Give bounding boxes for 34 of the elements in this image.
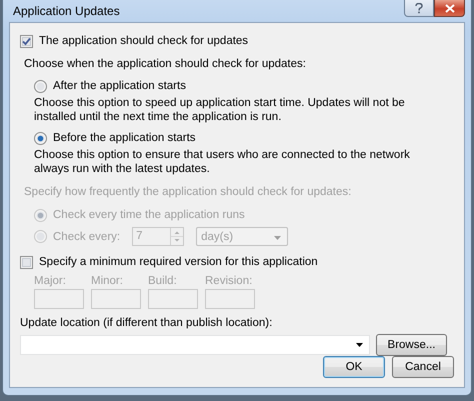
help-button[interactable] xyxy=(404,0,434,17)
radio-label: Check every time the application runs xyxy=(53,209,245,221)
dropdown-arrow-icon xyxy=(356,343,363,347)
checkbox-label: The application should check for updates xyxy=(39,35,248,47)
checkbox-label: Specify a minimum required version for this application xyxy=(39,256,318,268)
option-description: Choose this option to ensure that users who are connected to the network always run with the latest updates. xyxy=(34,148,411,176)
field-label: Revision: xyxy=(205,275,254,287)
radio-button[interactable] xyxy=(34,80,47,92)
radio-label: Before the application starts xyxy=(53,132,196,144)
field-label: Minor: xyxy=(91,275,124,287)
checkbox[interactable] xyxy=(20,256,33,268)
close-icon xyxy=(444,4,454,12)
option-description: Choose this option to speed up application start time. Updates will not be installed until the next time the application is run. xyxy=(34,96,406,124)
dialog-button[interactable]: OK xyxy=(323,356,385,378)
field-label: Major: xyxy=(34,275,67,287)
version-field[interactable] xyxy=(205,289,255,309)
version-field[interactable] xyxy=(91,289,141,309)
location-combo-field[interactable] xyxy=(20,335,370,355)
field-label: Update location (if different than publish location): xyxy=(20,317,272,329)
window-title: Application Updates xyxy=(12,4,120,18)
section-label: Specify how frequently the application should check for updates: xyxy=(24,186,352,198)
dialog-button[interactable]: Cancel xyxy=(392,356,454,378)
radio-button[interactable] xyxy=(34,132,47,144)
radio-label: Check every: xyxy=(53,230,120,242)
checkbox[interactable] xyxy=(20,34,33,48)
version-field[interactable] xyxy=(148,289,198,309)
section-label: Choose when the application should check for updates: xyxy=(24,58,306,70)
dropdown-arrow-icon xyxy=(274,236,282,240)
version-field[interactable] xyxy=(34,289,84,309)
field-label: Build: xyxy=(148,275,178,287)
browse-button[interactable]: Browse... xyxy=(376,334,447,356)
help-icon xyxy=(415,2,423,14)
close-button[interactable] xyxy=(434,0,465,17)
radio-label: After the application starts xyxy=(53,80,186,92)
